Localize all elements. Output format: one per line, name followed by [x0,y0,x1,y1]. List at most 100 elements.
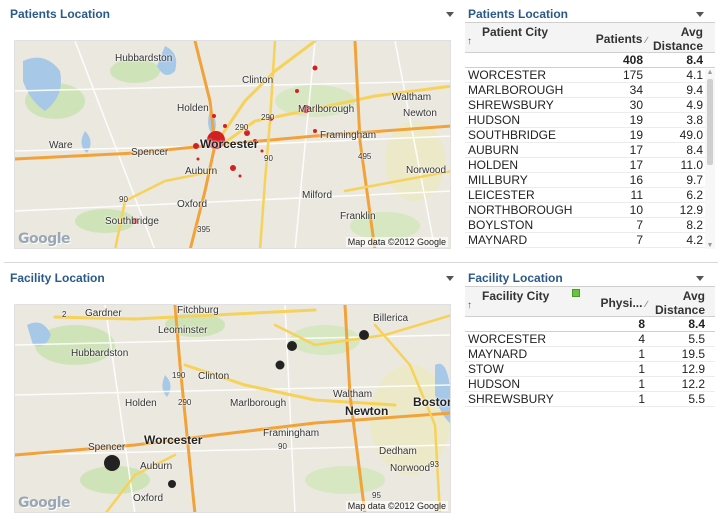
city-cell: SHREWSBURY [468,392,554,406]
city-cell: HUDSON [468,377,521,391]
distance-cell: 9.7 [686,173,703,187]
sort-arrow-icon[interactable]: ↑ [467,300,472,311]
city-cell: STOW [468,362,504,376]
map-attribution[interactable]: Map data ©2012 Google [345,237,448,247]
facility-table-menu-icon[interactable] [694,273,706,283]
map-place-label: Auburn [185,166,218,177]
distance-cell: 9.4 [686,83,703,97]
column-header-facility-city[interactable]: Facility City [482,289,582,319]
table-row[interactable]: HOLDEN 17 11.0 [465,158,705,173]
distance-cell: 19.5 [681,347,705,361]
facility-marker-hudson[interactable] [275,360,285,370]
table-row[interactable]: BOYLSTON 7 8.2 [465,218,705,233]
map-place-label: Marlborough [230,398,287,409]
total-patients: 408 [622,53,643,67]
highway-shield: 495 [358,152,372,161]
patient-marker[interactable] [295,89,299,93]
map-place-label: Ware [49,140,73,151]
city-cell: WORCESTER [468,332,546,346]
map-place-label: Leominster [158,325,208,336]
section-divider [4,262,718,263]
patients-table-menu-icon[interactable] [694,9,706,19]
facility-table-body: WORCESTER 4 5.5 MAYNARD 1 19.5 STOW 1 12.9 HUDSON… [465,332,715,407]
map-place-label: Hubbardston [71,348,129,359]
city-cell: MILLBURY [468,173,528,187]
patient-marker[interactable] [238,174,242,178]
column-header-avg-distance[interactable]: Avg Distance [645,25,703,55]
patient-marker-auburn[interactable] [230,165,236,171]
highway-shield: 95 [372,491,381,500]
patients-map-menu-icon[interactable] [444,9,456,19]
patient-marker[interactable] [212,114,216,118]
distance-cell: 6.2 [686,188,703,202]
distance-cell: 49.0 [679,128,703,142]
map-place-label: Norwood [390,463,431,474]
highway-shield: 290 [235,123,249,132]
table-row[interactable]: WORCESTER 4 5.5 [465,332,715,347]
facility-map[interactable]: Gardner Fitchburg Leominster Billerica H… [14,304,451,513]
scroll-up-icon[interactable]: ▲ [706,69,714,76]
map-place-label: Hubbardston [115,53,173,64]
facility-table-title: Facility Location [468,271,563,285]
patient-marker[interactable] [223,124,227,128]
table-row[interactable]: SOUTHBRIDGE 19 49.0 [465,128,705,143]
facility-marker-worcester[interactable] [104,455,120,471]
city-cell: SOUTHBRIDGE [468,128,557,142]
patient-marker[interactable] [260,149,264,153]
city-cell: SHREWSBURY [468,98,554,112]
table-row[interactable]: STOW 1 12.9 [465,362,715,377]
map-place-label: Billerica [373,313,409,324]
patient-marker[interactable] [196,157,200,161]
table-row[interactable]: WORCESTER 175 4.1 [465,68,705,83]
map-place-label: Newton [345,404,389,418]
patient-marker-hudson[interactable] [312,65,318,71]
table-row[interactable]: MARLBOROUGH 34 9.4 [465,83,705,98]
distance-cell: 12.9 [679,203,703,217]
column-header-avg-distance[interactable]: Avg Distance [645,289,705,319]
count-cell: 17 [629,143,643,157]
patients-map[interactable]: Hubbardston Clinton Holden Marlborough W… [14,40,451,249]
table-row[interactable]: SHREWSBURY 30 4.9 [465,98,705,113]
count-cell: 175 [622,68,643,82]
map-place-label: Gardner [85,308,122,319]
count-cell: 4 [638,332,645,346]
map-place-label: Clinton [198,371,230,382]
table-row[interactable]: MAYNARD 7 4.2 [465,233,705,248]
table-row[interactable]: HUDSON 1 12.2 [465,377,715,392]
table-row[interactable]: AUBURN 17 8.4 [465,143,705,158]
column-header-physicians-label: Physi... [600,296,643,310]
table-row[interactable]: LEICESTER 11 6.2 [465,188,705,203]
highway-shield: 90 [278,442,287,451]
city-cell: BOYLSTON [468,218,534,232]
city-cell: NORTHBOROUGH [468,203,573,217]
column-header-patient-city[interactable]: Patient City [482,25,592,55]
table-row[interactable]: HUDSON 19 3.8 [465,113,705,128]
count-cell: 7 [636,218,643,232]
scroll-down-icon[interactable]: ▼ [706,242,714,249]
patients-table-total-row: 408 8.4 [465,53,715,68]
sort-arrow-icon[interactable]: ↑ [467,36,472,47]
facility-marker-stow[interactable] [359,330,369,340]
map-attribution[interactable]: Map data ©2012 Google [345,501,448,511]
google-logo[interactable]: Google [18,231,71,247]
count-cell: 16 [629,173,643,187]
status-square-icon [572,289,580,297]
google-logo[interactable]: Google [18,495,71,511]
facility-marker-shrewsbury[interactable] [168,480,176,488]
patient-marker-leicester[interactable] [193,143,199,149]
patient-marker[interactable] [313,129,317,133]
table-row[interactable]: NORTHBOROUGH 10 12.9 [465,203,705,218]
map-place-label: Worcester [144,433,203,447]
table-row[interactable]: SHREWSBURY 1 5.5 [465,392,715,407]
table-row[interactable]: MILLBURY 16 9.7 [465,173,705,188]
count-cell: 1 [638,362,645,376]
facility-marker-maynard[interactable] [287,341,297,351]
facility-table-header: ↑ Facility City Physi... ∕ Avg Distance [465,287,715,317]
map-place-label: Holden [177,103,209,114]
table-row[interactable]: MAYNARD 1 19.5 [465,347,715,362]
scroll-thumb[interactable] [707,79,713,165]
facility-map-menu-icon[interactable] [444,273,456,283]
patients-table-header: ↑ Patient City Patients ∕ Avg Distance [465,23,715,53]
patients-table-scrollbar[interactable]: ▲ ▼ [705,69,715,249]
count-cell: 34 [629,83,643,97]
